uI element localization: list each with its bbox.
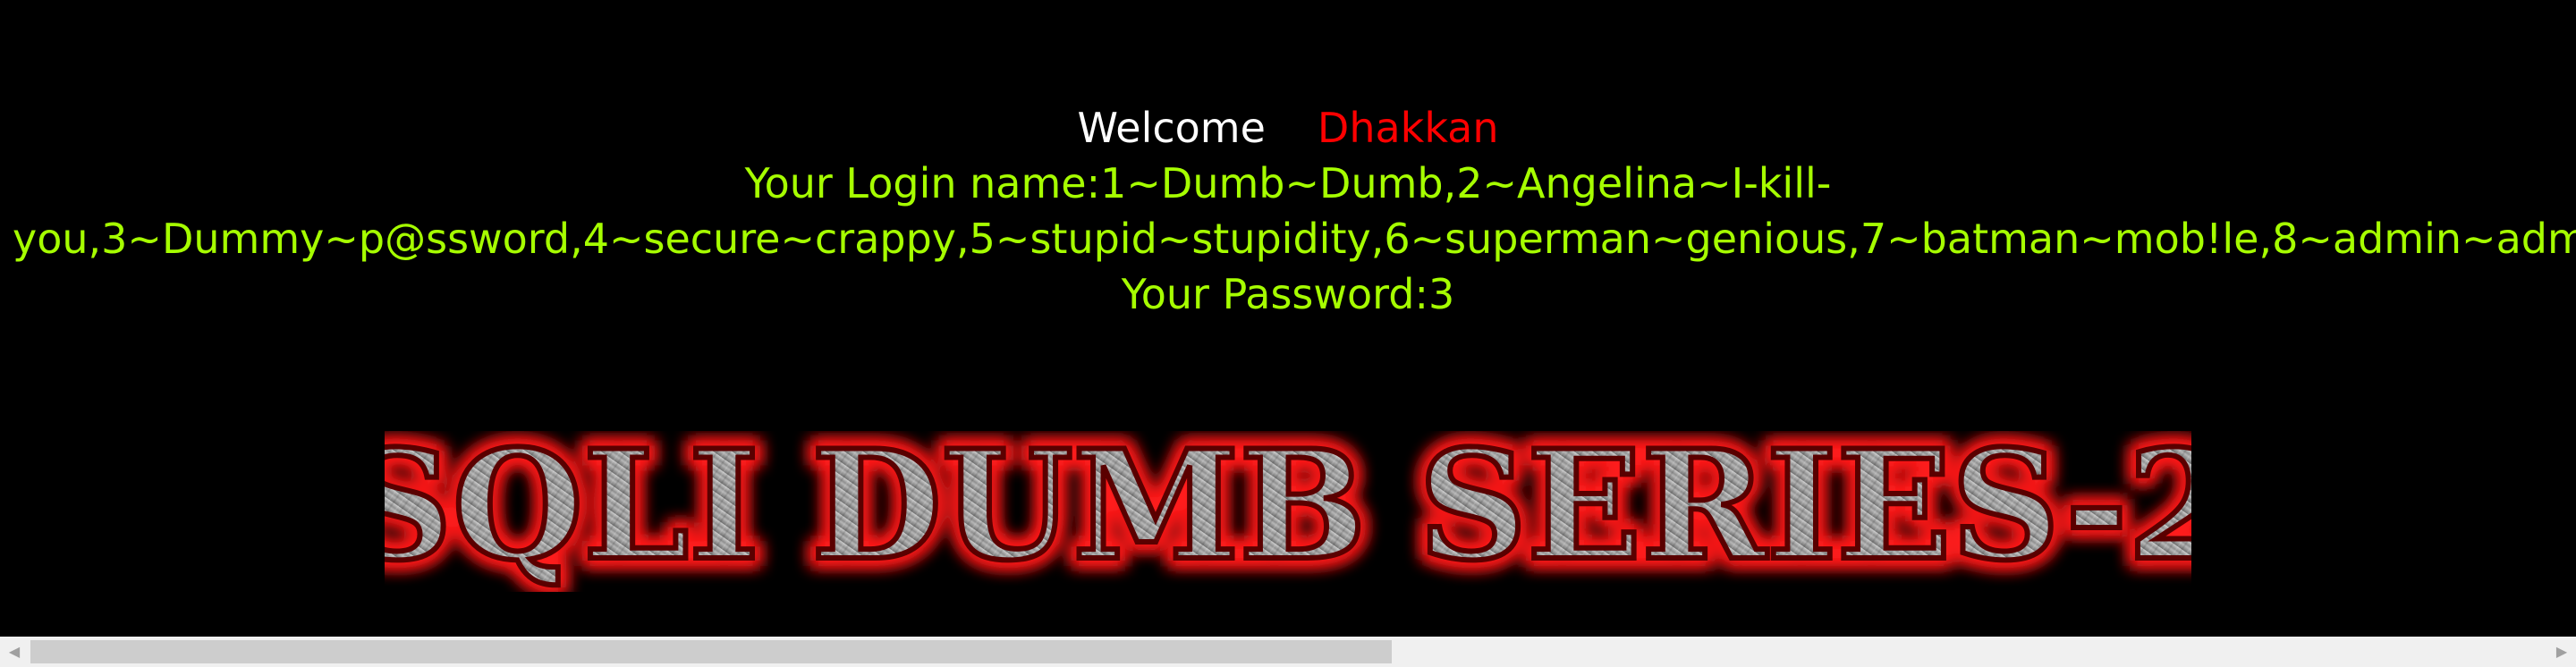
banner-graphic: SQLI DUMB SERIES-2 SQLI DUMB SERIES-2	[385, 431, 2191, 592]
banner-text: SQLI DUMB SERIES-2	[385, 431, 2191, 592]
welcome-name: Dhakkan	[1317, 104, 1499, 152]
welcome-line: Welcome Dhakkan	[0, 100, 2576, 156]
horizontal-scrollbar[interactable]: ◀ ▶	[0, 637, 2576, 667]
result-content: Welcome Dhakkan Your Login name:1~Dumb~Du…	[0, 100, 2576, 322]
scrollbar-thumb[interactable]	[30, 640, 1392, 663]
chevron-right-icon[interactable]: ▶	[2547, 637, 2576, 667]
login-name-line-2: you,3~Dummy~p@ssword,4~secure~crappy,5~s…	[13, 215, 2576, 263]
login-name-line-1: Your Login name:1~Dumb~Dumb,2~Angelina~I…	[744, 159, 1832, 207]
sqli-banner-image: SQLI DUMB SERIES-2 SQLI DUMB SERIES-2	[385, 431, 2191, 592]
welcome-label: Welcome	[1077, 104, 1266, 152]
chevron-left-icon[interactable]: ◀	[0, 637, 29, 667]
password-line: Your Password:3	[1121, 270, 1455, 318]
page-viewport: Welcome Dhakkan Your Login name:1~Dumb~Du…	[0, 0, 2576, 637]
